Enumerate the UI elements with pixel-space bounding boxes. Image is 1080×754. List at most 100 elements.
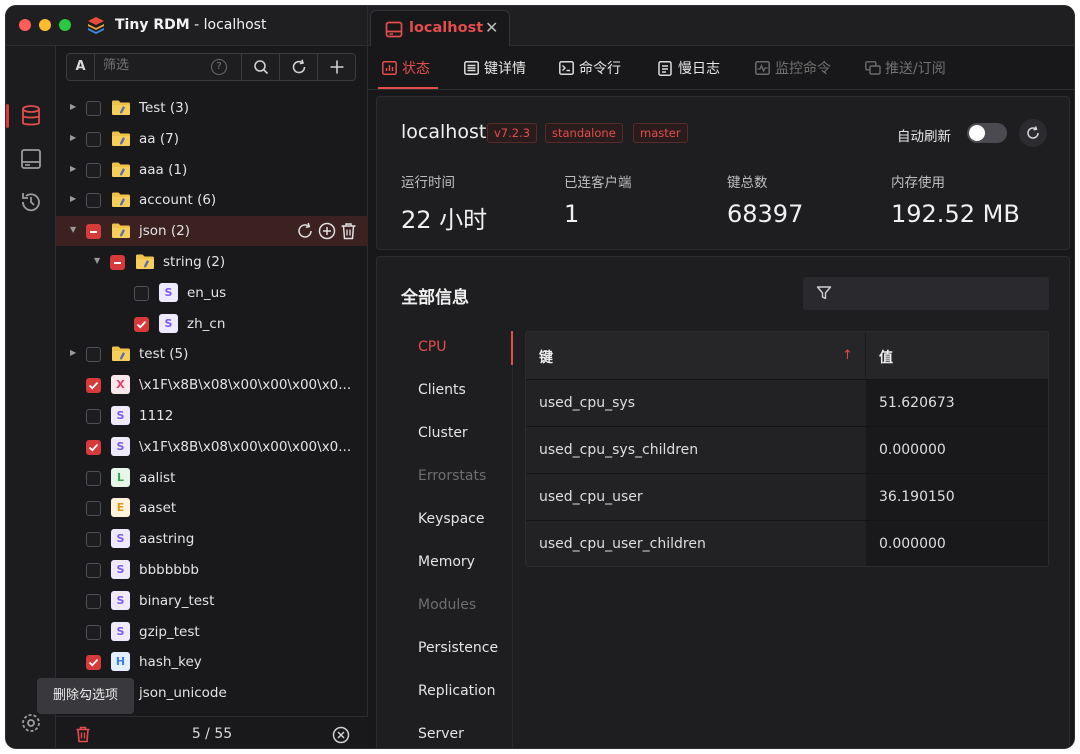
tree-checkbox[interactable] xyxy=(86,162,101,178)
expand-down-icon[interactable]: ▼ xyxy=(70,225,76,234)
tree-checkbox[interactable] xyxy=(86,563,101,578)
refresh-button[interactable] xyxy=(1019,119,1047,147)
add-circle-icon[interactable] xyxy=(318,222,336,240)
expand-down-icon[interactable]: ▼ xyxy=(94,256,100,265)
info-section-persistence[interactable]: Persistence xyxy=(418,640,498,656)
tree-item-label: aa (7) xyxy=(139,130,179,147)
value-cell: 51.620673 xyxy=(866,380,1048,426)
tree-checkbox[interactable] xyxy=(86,131,101,147)
info-section-cpu[interactable]: CPU xyxy=(418,339,446,355)
reload-icon[interactable] xyxy=(296,222,314,240)
expand-right-icon[interactable]: ▶ xyxy=(70,133,76,142)
ribbon-active-indicator xyxy=(6,104,9,128)
refresh-icon xyxy=(1027,126,1039,139)
tree-key-row[interactable]: Sbinary_test xyxy=(56,586,368,616)
tree-checkbox[interactable] xyxy=(86,409,101,424)
tree-checkbox[interactable] xyxy=(86,655,101,671)
tree-checkbox[interactable] xyxy=(86,224,101,240)
search-button[interactable] xyxy=(241,54,279,80)
filter-type-button[interactable]: A xyxy=(67,54,95,80)
tree-checkbox[interactable] xyxy=(86,501,101,517)
info-section-clients[interactable]: Clients xyxy=(418,382,466,398)
sort-asc-icon[interactable]: ↑ xyxy=(842,348,853,363)
tree-checkbox[interactable] xyxy=(86,378,101,394)
table-row[interactable]: used_cpu_sys 51.620673 xyxy=(526,379,1048,426)
help-icon[interactable]: ? xyxy=(211,59,227,75)
tree-folder-row[interactable]: ▶ aaa (1) xyxy=(56,155,368,185)
tree-item-label: hash_key xyxy=(139,654,202,671)
tree-checkbox[interactable] xyxy=(134,316,149,332)
close-icon[interactable]: ✕ xyxy=(485,18,498,37)
add-key-button[interactable] xyxy=(317,54,355,80)
expand-right-icon[interactable]: ▶ xyxy=(70,102,76,111)
trash-icon[interactable] xyxy=(340,222,357,240)
tree-item-label: en_us xyxy=(187,284,227,301)
header-key-cell[interactable]: 键 ↑ xyxy=(526,332,866,379)
info-section-errorstats: Errorstats xyxy=(418,468,487,484)
auto-refresh-toggle[interactable] xyxy=(967,123,1007,143)
tree-key-row[interactable]: X \x1F\x8B\x08\x00\x00\x00\x0... xyxy=(56,370,368,400)
folder-icon xyxy=(111,345,131,362)
maximize-window-button[interactable] xyxy=(59,19,71,31)
info-section-cluster[interactable]: Cluster xyxy=(418,425,468,441)
close-window-button[interactable] xyxy=(19,19,31,31)
app-name: Tiny RDM xyxy=(115,17,190,33)
settings-icon[interactable] xyxy=(19,711,43,735)
tree-checkbox[interactable] xyxy=(86,593,101,609)
tree-checkbox[interactable] xyxy=(86,101,101,116)
tree-key-row[interactable]: Hhash_key xyxy=(56,647,368,677)
tree-key-row[interactable]: Sen_us xyxy=(56,278,368,308)
tree-checkbox[interactable] xyxy=(86,470,101,486)
sub-tab-bar: 状态 键详情 命令行 慢日志 监控命令 推送/订阅 xyxy=(368,46,1074,90)
tree-folder-row[interactable]: ▼ string (2) xyxy=(56,247,368,277)
info-section-memory[interactable]: Memory xyxy=(418,554,475,570)
filter-icon xyxy=(816,286,832,300)
minimize-window-button[interactable] xyxy=(39,19,51,31)
tree-item-label: aastring xyxy=(139,531,195,548)
database-icon[interactable] xyxy=(19,104,43,128)
tree-key-row[interactable]: S 1112 xyxy=(56,401,368,431)
key-type-badge: S xyxy=(111,621,130,641)
tree-key-row[interactable]: Szh_cn xyxy=(56,309,368,339)
tree-checkbox[interactable] xyxy=(134,285,149,301)
tree-key-row[interactable]: Saastring xyxy=(56,524,368,554)
folder-icon xyxy=(111,99,131,116)
tree-key-row[interactable]: Laalist xyxy=(56,463,368,493)
expand-right-icon[interactable]: ▶ xyxy=(70,164,76,173)
filter-input[interactable] xyxy=(103,58,213,73)
tree-key-row[interactable]: S \x1F\x8B\x08\x00\x00\x00\x0... xyxy=(56,432,368,462)
terminal-icon[interactable] xyxy=(19,147,43,171)
history-icon[interactable] xyxy=(19,190,43,214)
tree-folder-row[interactable]: ▼ json (2) xyxy=(56,216,368,247)
tree-folder-row[interactable]: ▶ account (6) xyxy=(56,185,368,215)
tree-key-row[interactable]: Sbbbbbbb xyxy=(56,555,368,585)
tree-checkbox[interactable] xyxy=(86,624,101,640)
tree-item-label: test (5) xyxy=(139,346,189,363)
reload-button[interactable] xyxy=(279,54,317,80)
table-row[interactable]: used_cpu_sys_children 0.000000 xyxy=(526,426,1048,473)
expand-right-icon[interactable]: ▶ xyxy=(70,194,76,203)
connection-tab[interactable]: localhost ✕ xyxy=(370,10,510,47)
table-row[interactable]: used_cpu_user_children 0.000000 xyxy=(526,520,1048,566)
all-info-title: 全部信息 xyxy=(401,288,469,308)
tree-checkbox[interactable] xyxy=(86,439,101,455)
info-section-replication[interactable]: Replication xyxy=(418,683,495,699)
tree-checkbox[interactable] xyxy=(86,193,101,209)
table-row[interactable]: used_cpu_user 36.190150 xyxy=(526,473,1048,520)
tree-checkbox[interactable] xyxy=(86,347,101,363)
exit-check-mode-icon[interactable] xyxy=(332,726,350,744)
info-filter-input[interactable] xyxy=(803,277,1049,310)
tree-item-label: json_unicode xyxy=(139,685,227,702)
info-section-server[interactable]: Server xyxy=(418,726,464,742)
tree-checkbox[interactable] xyxy=(110,255,125,270)
tree-folder-row[interactable]: ▶ aa (7) xyxy=(56,124,368,154)
info-section-keyspace[interactable]: Keyspace xyxy=(418,511,484,527)
key-cell: used_cpu_user_children xyxy=(526,521,866,566)
tree-key-row[interactable]: Sgzip_test xyxy=(56,617,368,647)
tree-checkbox[interactable] xyxy=(86,532,101,548)
header-value-cell[interactable]: 值 xyxy=(866,332,1048,379)
tree-folder-row[interactable]: ▶ test (5) xyxy=(56,339,368,369)
tree-key-row[interactable]: Eaaset xyxy=(56,493,368,523)
expand-right-icon[interactable]: ▶ xyxy=(70,348,76,357)
tree-folder-row[interactable]: ▶ Test (3) xyxy=(56,93,368,123)
